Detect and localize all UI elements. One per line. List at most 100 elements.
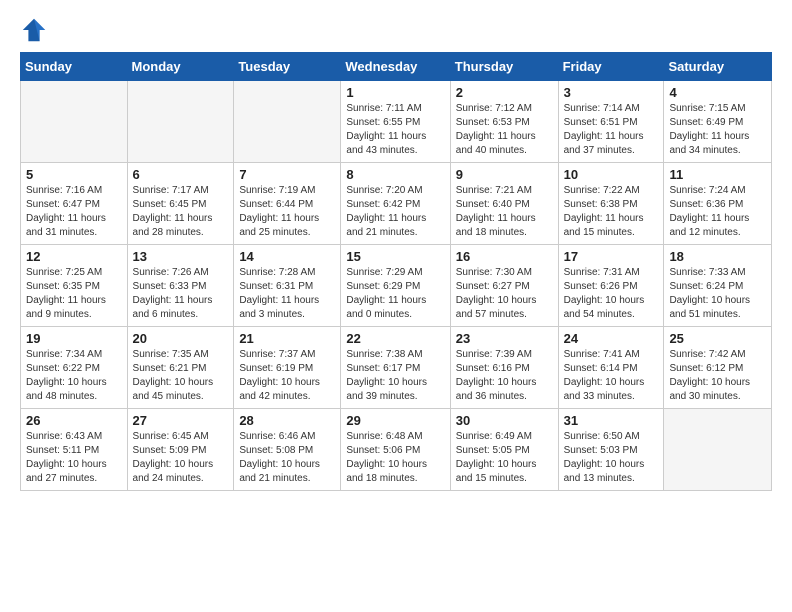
week-row-5: 26 Sunrise: 6:43 AM Sunset: 5:11 PM Dayli… bbox=[21, 409, 772, 491]
day-info: Sunrise: 7:28 AM Sunset: 6:31 PM Dayligh… bbox=[239, 266, 335, 322]
day-cell: 10 Sunrise: 7:22 AM Sunset: 6:38 PM Dayli… bbox=[558, 163, 664, 245]
day-cell: 29 Sunrise: 6:48 AM Sunset: 5:06 PM Dayli… bbox=[341, 409, 450, 491]
week-row-4: 19Sunrise: 7:34 AM Sunset: 6:22 PM Dayli… bbox=[21, 327, 772, 409]
day-number: 12 bbox=[26, 249, 122, 264]
day-cell: 23 Sunrise: 7:39 AM Sunset: 6:16 PM Dayli… bbox=[450, 327, 558, 409]
day-cell: 20Sunrise: 7:35 AM Sunset: 6:21 PM Dayli… bbox=[127, 327, 234, 409]
day-cell: 6Sunrise: 7:17 AM Sunset: 6:45 PM Daylig… bbox=[127, 163, 234, 245]
day-cell: 8 Sunrise: 7:20 AM Sunset: 6:42 PM Daylig… bbox=[341, 163, 450, 245]
calendar: SundayMondayTuesdayWednesdayThursdayFrid… bbox=[20, 52, 772, 491]
day-cell: 17 Sunrise: 7:31 AM Sunset: 6:26 PM Dayli… bbox=[558, 245, 664, 327]
day-cell bbox=[127, 81, 234, 163]
day-info: Sunrise: 7:19 AM Sunset: 6:44 PM Dayligh… bbox=[239, 184, 335, 240]
day-cell: 13 Sunrise: 7:26 AM Sunset: 6:33 PM Dayli… bbox=[127, 245, 234, 327]
day-number: 7 bbox=[239, 167, 335, 182]
week-row-1: 1 Sunrise: 7:11 AM Sunset: 6:55 PM Daylig… bbox=[21, 81, 772, 163]
day-cell: 11 Sunrise: 7:24 AM Sunset: 6:36 PM Dayli… bbox=[664, 163, 772, 245]
day-number: 10 bbox=[564, 167, 659, 182]
day-info: Sunrise: 7:41 AM Sunset: 6:14 PM Dayligh… bbox=[564, 348, 659, 404]
day-cell: 5Sunrise: 7:16 AM Sunset: 6:47 PM Daylig… bbox=[21, 163, 128, 245]
day-number: 8 bbox=[346, 167, 444, 182]
day-cell: 28 Sunrise: 6:46 AM Sunset: 5:08 PM Dayli… bbox=[234, 409, 341, 491]
day-info: Sunrise: 6:45 AM Sunset: 5:09 PM Dayligh… bbox=[133, 430, 229, 486]
day-number: 13 bbox=[133, 249, 229, 264]
weekday-header-thursday: Thursday bbox=[450, 53, 558, 81]
day-info: Sunrise: 7:22 AM Sunset: 6:38 PM Dayligh… bbox=[564, 184, 659, 240]
day-info: Sunrise: 7:25 AM Sunset: 6:35 PM Dayligh… bbox=[26, 266, 122, 322]
day-cell: 30Sunrise: 6:49 AM Sunset: 5:05 PM Dayli… bbox=[450, 409, 558, 491]
day-info: Sunrise: 7:31 AM Sunset: 6:26 PM Dayligh… bbox=[564, 266, 659, 322]
day-number: 15 bbox=[346, 249, 444, 264]
day-cell bbox=[21, 81, 128, 163]
day-info: Sunrise: 7:26 AM Sunset: 6:33 PM Dayligh… bbox=[133, 266, 229, 322]
day-number: 3 bbox=[564, 85, 659, 100]
day-cell: 26 Sunrise: 6:43 AM Sunset: 5:11 PM Dayli… bbox=[21, 409, 128, 491]
day-info: Sunrise: 7:33 AM Sunset: 6:24 PM Dayligh… bbox=[669, 266, 766, 322]
day-info: Sunrise: 7:38 AM Sunset: 6:17 PM Dayligh… bbox=[346, 348, 444, 404]
day-cell: 31Sunrise: 6:50 AM Sunset: 5:03 PM Dayli… bbox=[558, 409, 664, 491]
day-number: 9 bbox=[456, 167, 553, 182]
day-cell: 16 Sunrise: 7:30 AM Sunset: 6:27 PM Dayli… bbox=[450, 245, 558, 327]
day-cell: 27 Sunrise: 6:45 AM Sunset: 5:09 PM Dayli… bbox=[127, 409, 234, 491]
day-cell bbox=[664, 409, 772, 491]
day-cell: 1 Sunrise: 7:11 AM Sunset: 6:55 PM Daylig… bbox=[341, 81, 450, 163]
day-info: Sunrise: 6:43 AM Sunset: 5:11 PM Dayligh… bbox=[26, 430, 122, 486]
day-info: Sunrise: 7:30 AM Sunset: 6:27 PM Dayligh… bbox=[456, 266, 553, 322]
day-info: Sunrise: 7:16 AM Sunset: 6:47 PM Dayligh… bbox=[26, 184, 122, 240]
logo bbox=[20, 16, 50, 44]
day-number: 23 bbox=[456, 331, 553, 346]
day-info: Sunrise: 7:14 AM Sunset: 6:51 PM Dayligh… bbox=[564, 102, 659, 158]
day-cell: 25 Sunrise: 7:42 AM Sunset: 6:12 PM Dayli… bbox=[664, 327, 772, 409]
day-cell: 3 Sunrise: 7:14 AM Sunset: 6:51 PM Daylig… bbox=[558, 81, 664, 163]
day-cell: 7 Sunrise: 7:19 AM Sunset: 6:44 PM Daylig… bbox=[234, 163, 341, 245]
day-info: Sunrise: 7:11 AM Sunset: 6:55 PM Dayligh… bbox=[346, 102, 444, 158]
logo-icon bbox=[20, 16, 48, 44]
day-cell bbox=[234, 81, 341, 163]
day-number: 27 bbox=[133, 413, 229, 428]
day-cell: 12 Sunrise: 7:25 AM Sunset: 6:35 PM Dayli… bbox=[21, 245, 128, 327]
day-number: 28 bbox=[239, 413, 335, 428]
day-info: Sunrise: 7:24 AM Sunset: 6:36 PM Dayligh… bbox=[669, 184, 766, 240]
weekday-header-sunday: Sunday bbox=[21, 53, 128, 81]
day-info: Sunrise: 7:29 AM Sunset: 6:29 PM Dayligh… bbox=[346, 266, 444, 322]
day-number: 22 bbox=[346, 331, 444, 346]
day-number: 20 bbox=[133, 331, 229, 346]
day-number: 17 bbox=[564, 249, 659, 264]
day-number: 29 bbox=[346, 413, 444, 428]
day-cell: 9Sunrise: 7:21 AM Sunset: 6:40 PM Daylig… bbox=[450, 163, 558, 245]
day-info: Sunrise: 6:49 AM Sunset: 5:05 PM Dayligh… bbox=[456, 430, 553, 486]
weekday-header-friday: Friday bbox=[558, 53, 664, 81]
day-info: Sunrise: 7:12 AM Sunset: 6:53 PM Dayligh… bbox=[456, 102, 553, 158]
day-number: 16 bbox=[456, 249, 553, 264]
day-number: 2 bbox=[456, 85, 553, 100]
day-cell: 15 Sunrise: 7:29 AM Sunset: 6:29 PM Dayli… bbox=[341, 245, 450, 327]
weekday-header-tuesday: Tuesday bbox=[234, 53, 341, 81]
day-number: 6 bbox=[133, 167, 229, 182]
day-cell: 2 Sunrise: 7:12 AM Sunset: 6:53 PM Daylig… bbox=[450, 81, 558, 163]
day-info: Sunrise: 7:39 AM Sunset: 6:16 PM Dayligh… bbox=[456, 348, 553, 404]
weekday-header-saturday: Saturday bbox=[664, 53, 772, 81]
day-cell: 22 Sunrise: 7:38 AM Sunset: 6:17 PM Dayli… bbox=[341, 327, 450, 409]
weekday-header-monday: Monday bbox=[127, 53, 234, 81]
day-cell: 24 Sunrise: 7:41 AM Sunset: 6:14 PM Dayli… bbox=[558, 327, 664, 409]
day-number: 1 bbox=[346, 85, 444, 100]
day-number: 25 bbox=[669, 331, 766, 346]
day-number: 24 bbox=[564, 331, 659, 346]
day-info: Sunrise: 7:20 AM Sunset: 6:42 PM Dayligh… bbox=[346, 184, 444, 240]
day-number: 31 bbox=[564, 413, 659, 428]
day-number: 18 bbox=[669, 249, 766, 264]
day-number: 11 bbox=[669, 167, 766, 182]
day-info: Sunrise: 7:42 AM Sunset: 6:12 PM Dayligh… bbox=[669, 348, 766, 404]
day-info: Sunrise: 6:46 AM Sunset: 5:08 PM Dayligh… bbox=[239, 430, 335, 486]
day-info: Sunrise: 7:37 AM Sunset: 6:19 PM Dayligh… bbox=[239, 348, 335, 404]
page: SundayMondayTuesdayWednesdayThursdayFrid… bbox=[0, 0, 792, 507]
day-info: Sunrise: 7:34 AM Sunset: 6:22 PM Dayligh… bbox=[26, 348, 122, 404]
day-cell: 4Sunrise: 7:15 AM Sunset: 6:49 PM Daylig… bbox=[664, 81, 772, 163]
day-number: 21 bbox=[239, 331, 335, 346]
week-row-3: 12 Sunrise: 7:25 AM Sunset: 6:35 PM Dayli… bbox=[21, 245, 772, 327]
day-number: 4 bbox=[669, 85, 766, 100]
week-row-2: 5Sunrise: 7:16 AM Sunset: 6:47 PM Daylig… bbox=[21, 163, 772, 245]
day-info: Sunrise: 6:48 AM Sunset: 5:06 PM Dayligh… bbox=[346, 430, 444, 486]
day-cell: 21 Sunrise: 7:37 AM Sunset: 6:19 PM Dayli… bbox=[234, 327, 341, 409]
day-number: 26 bbox=[26, 413, 122, 428]
